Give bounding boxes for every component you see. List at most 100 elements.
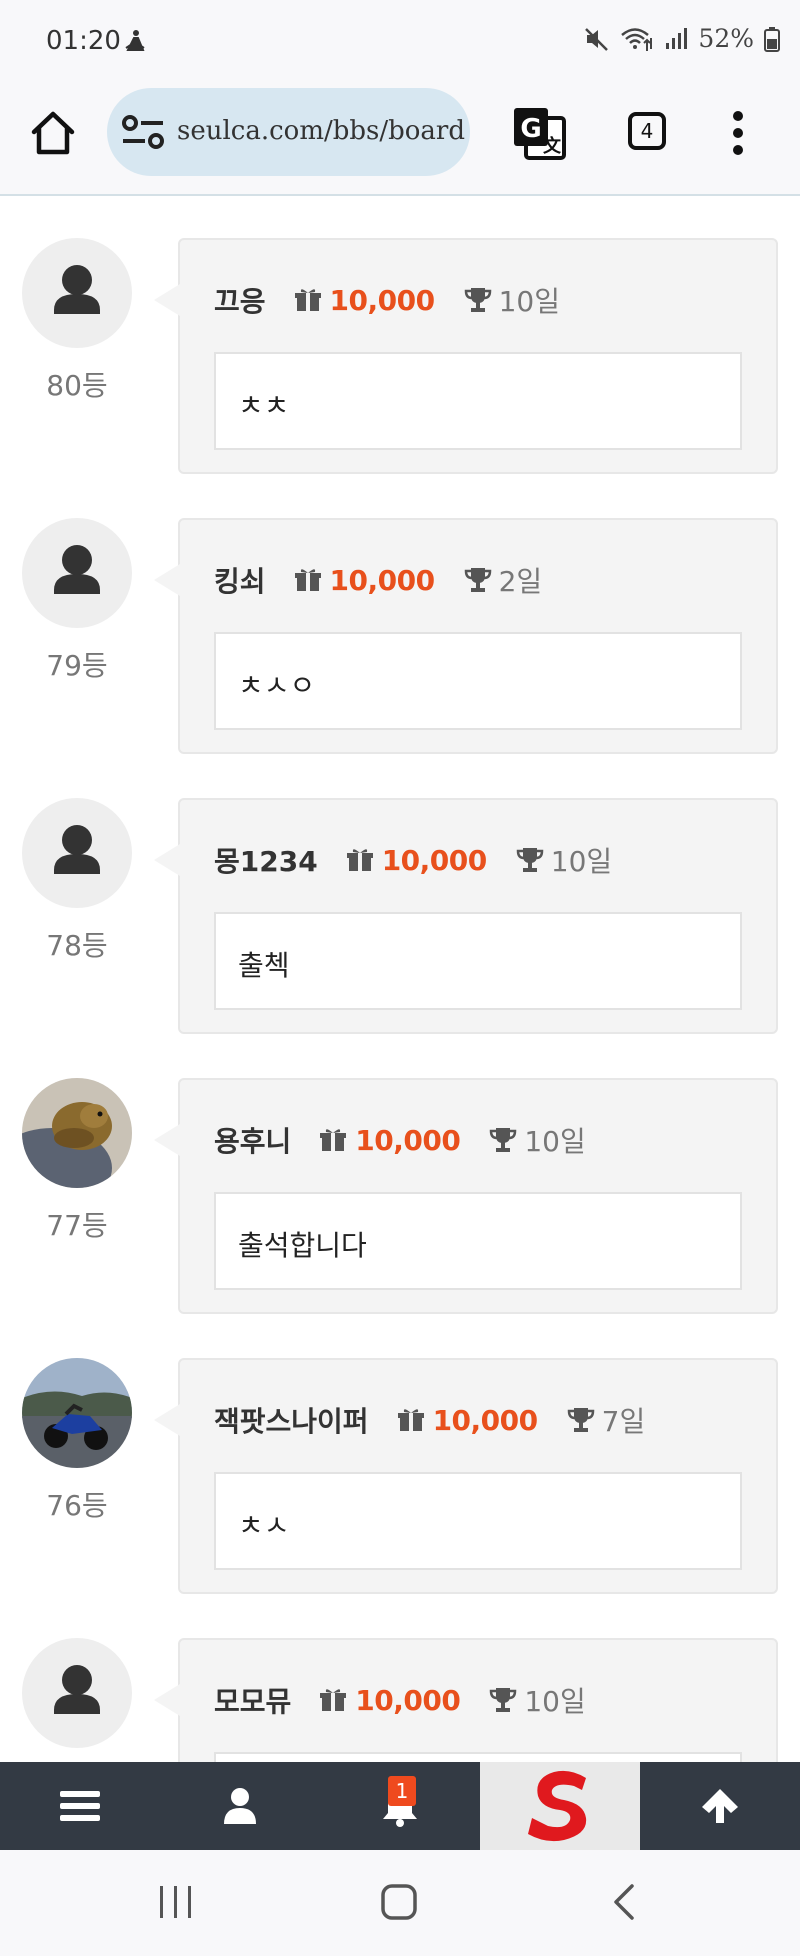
tab-switcher-button[interactable]: 4 (628, 112, 666, 150)
consecutive-days: 2일 (498, 565, 543, 598)
battery-percent: 52% (698, 24, 754, 53)
comment-entry: 78등 몽1234 10,000 10일 출첵 (0, 756, 800, 1036)
comment-text: ㅊㅊ (238, 389, 290, 422)
site-logo (528, 1770, 587, 1842)
comment-meta: 끄응 10,000 10일 (214, 280, 560, 320)
nickname[interactable]: 용후니 (214, 1120, 291, 1160)
comment-message-box: ㅊㅅ (214, 1472, 742, 1570)
comment-message-box: 출석합니다 (214, 1192, 742, 1290)
status-time: 01:20 (46, 26, 121, 56)
notification-badge: 1 (388, 1776, 416, 1806)
trophy-icon (490, 1128, 517, 1152)
home-icon[interactable] (28, 108, 78, 158)
comment-meta: 모모뮤 10,000 10일 (214, 1680, 586, 1720)
trophy-icon (464, 568, 491, 592)
recent-apps-icon[interactable] (156, 1882, 196, 1922)
arrow-up-icon (702, 1789, 738, 1823)
comment-meta: 용후니 10,000 10일 (214, 1120, 586, 1160)
avatar[interactable] (22, 518, 132, 628)
gift-icon (320, 1689, 347, 1711)
comment-message-box: ㅊㅊ (214, 352, 742, 450)
comment-bubble: 용후니 10,000 10일 출석합니다 (154, 1078, 778, 1314)
comment-bubble: 몽1234 10,000 10일 출첵 (154, 798, 778, 1034)
menu-button[interactable] (0, 1762, 160, 1850)
translate-icon[interactable]: G 文 (512, 106, 568, 162)
comment-text: ㅊㅅ (238, 1509, 290, 1542)
avatar[interactable] (22, 1638, 132, 1748)
trophy-icon (516, 848, 544, 872)
bird-photo (22, 1078, 132, 1188)
bottom-nav: 1 (0, 1762, 800, 1850)
consecutive-days: 7일 (601, 1405, 646, 1438)
svg-text:文: 文 (543, 135, 562, 157)
comment-message-box: 출첵 (214, 912, 742, 1010)
url-text[interactable]: seulca.com/bbs/board (177, 116, 465, 146)
rank-label: 76등 (46, 1489, 108, 1522)
nickname[interactable]: 끄응 (214, 280, 266, 320)
comment-entry: 80등 끄응 10,000 10일 ㅊㅊ (0, 196, 800, 476)
trophy-icon (567, 1408, 594, 1432)
gift-icon (294, 569, 321, 591)
user-icon (224, 1788, 256, 1824)
site-settings-icon[interactable] (121, 114, 165, 150)
home-nav-icon[interactable] (379, 1882, 419, 1922)
comment-bubble: 끄응 10,000 10일 ㅊㅊ (154, 238, 778, 474)
nickname[interactable]: 몽1234 (214, 840, 318, 880)
default-user-icon (54, 825, 100, 874)
comment-text: 출첵 (238, 949, 290, 982)
consecutive-days: 10일 (524, 1685, 586, 1718)
rank-label: 78등 (46, 929, 108, 962)
browser-toolbar: seulca.com/bbs/board G 文 4 (0, 86, 800, 196)
gift-icon (294, 289, 321, 311)
comment-meta: 몽1234 10,000 10일 (214, 840, 612, 880)
point-amount: 10,000 (381, 843, 488, 877)
status-indicators: 52% (584, 24, 780, 53)
profile-button[interactable] (160, 1762, 320, 1850)
battery-icon (764, 26, 780, 52)
comment-meta: 잭팟스나이퍼 10,000 7일 (214, 1400, 645, 1440)
comment-text: 출석합니다 (238, 1229, 367, 1262)
point-amount: 10,000 (329, 563, 436, 597)
back-icon[interactable] (604, 1882, 644, 1922)
avatar-photo[interactable] (22, 1078, 132, 1188)
wifi-icon (621, 27, 653, 51)
avatar-photo[interactable] (22, 1358, 132, 1468)
consecutive-days: 10일 (550, 845, 613, 878)
avatar[interactable] (22, 798, 132, 908)
more-options-icon[interactable] (726, 110, 750, 156)
nickname[interactable]: 킹쇠 (214, 560, 266, 600)
default-user-icon (54, 545, 100, 594)
consecutive-days: 10일 (524, 1125, 586, 1158)
gift-icon (320, 1129, 347, 1151)
comment-meta: 킹쇠 10,000 2일 (214, 560, 542, 600)
address-bar[interactable]: seulca.com/bbs/board (107, 88, 470, 176)
scroll-top-button[interactable] (640, 1762, 800, 1850)
avatar[interactable] (22, 238, 132, 348)
comment-entry: 76등 잭팟스나이퍼 10,000 7일 ㅊㅅ (0, 1316, 800, 1596)
comment-entry: 77등 용후니 10,000 10일 출석합니다 (0, 1036, 800, 1316)
mute-icon (585, 27, 609, 51)
site-logo-button[interactable] (480, 1762, 640, 1850)
rank-label: 79등 (46, 649, 108, 682)
nickname[interactable]: 모모뮤 (214, 1680, 291, 1720)
nickname[interactable]: 잭팟스나이퍼 (214, 1400, 369, 1440)
default-user-icon (54, 1665, 100, 1714)
trophy-icon (464, 288, 491, 312)
meditation-icon (125, 30, 145, 51)
comment-bubble: 잭팟스나이퍼 10,000 7일 ㅊㅅ (154, 1358, 778, 1594)
rank-label: 77등 (46, 1209, 108, 1242)
comment-text: ㅊㅅㅇ (238, 669, 316, 702)
motorcycle-photo (22, 1358, 132, 1468)
system-navigation-bar (0, 1850, 800, 1956)
default-user-icon (54, 265, 100, 314)
gift-icon (397, 1409, 424, 1431)
svg-text:G: G (520, 114, 541, 144)
comment-entry: 79등 킹쇠 10,000 2일 ㅊㅅㅇ (0, 476, 800, 756)
menu-icon (60, 1791, 100, 1821)
point-amount: 10,000 (432, 1403, 539, 1437)
comment-bubble: 킹쇠 10,000 2일 ㅊㅅㅇ (154, 518, 778, 754)
gift-icon (346, 849, 373, 871)
comment-message-box: ㅊㅅㅇ (214, 632, 742, 730)
signal-icon (666, 27, 688, 49)
rank-label: 80등 (46, 369, 108, 402)
